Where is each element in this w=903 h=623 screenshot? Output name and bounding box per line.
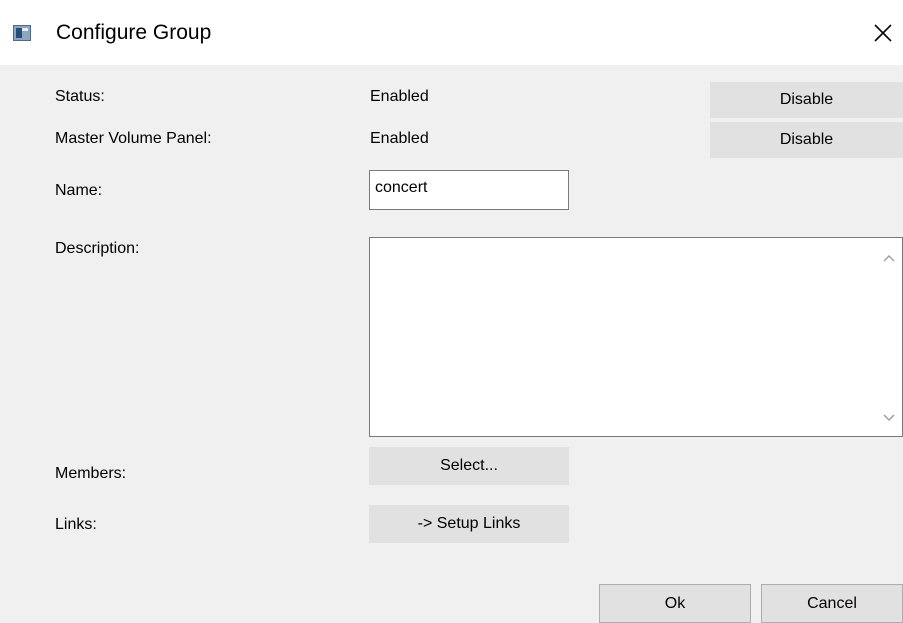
name-label: Name: bbox=[55, 182, 103, 199]
name-field[interactable]: concert bbox=[369, 170, 569, 210]
ok-button[interactable]: Ok bbox=[599, 584, 751, 623]
select-members-button[interactable]: Select... bbox=[369, 447, 569, 485]
scroll-down-icon[interactable] bbox=[882, 413, 896, 423]
setup-links-button[interactable]: -> Setup Links bbox=[369, 505, 569, 543]
disable-status-button[interactable]: Disable bbox=[710, 82, 903, 118]
disable-master-volume-button[interactable]: Disable bbox=[710, 122, 903, 158]
status-label: Status: bbox=[55, 88, 105, 105]
description-label: Description: bbox=[55, 240, 140, 257]
title-bar: Configure Group bbox=[0, 0, 903, 65]
app-window-icon bbox=[13, 25, 31, 41]
links-label: Links: bbox=[55, 516, 97, 533]
scroll-up-icon[interactable] bbox=[882, 253, 896, 263]
master-volume-value: Enabled bbox=[370, 130, 429, 147]
master-volume-label: Master Volume Panel: bbox=[55, 130, 212, 147]
description-textarea[interactable] bbox=[369, 237, 903, 437]
cancel-button[interactable]: Cancel bbox=[761, 584, 903, 623]
description-text bbox=[370, 238, 902, 246]
window-title: Configure Group bbox=[56, 21, 212, 44]
status-value: Enabled bbox=[370, 88, 429, 105]
close-icon[interactable] bbox=[868, 18, 898, 48]
members-label: Members: bbox=[55, 465, 127, 482]
